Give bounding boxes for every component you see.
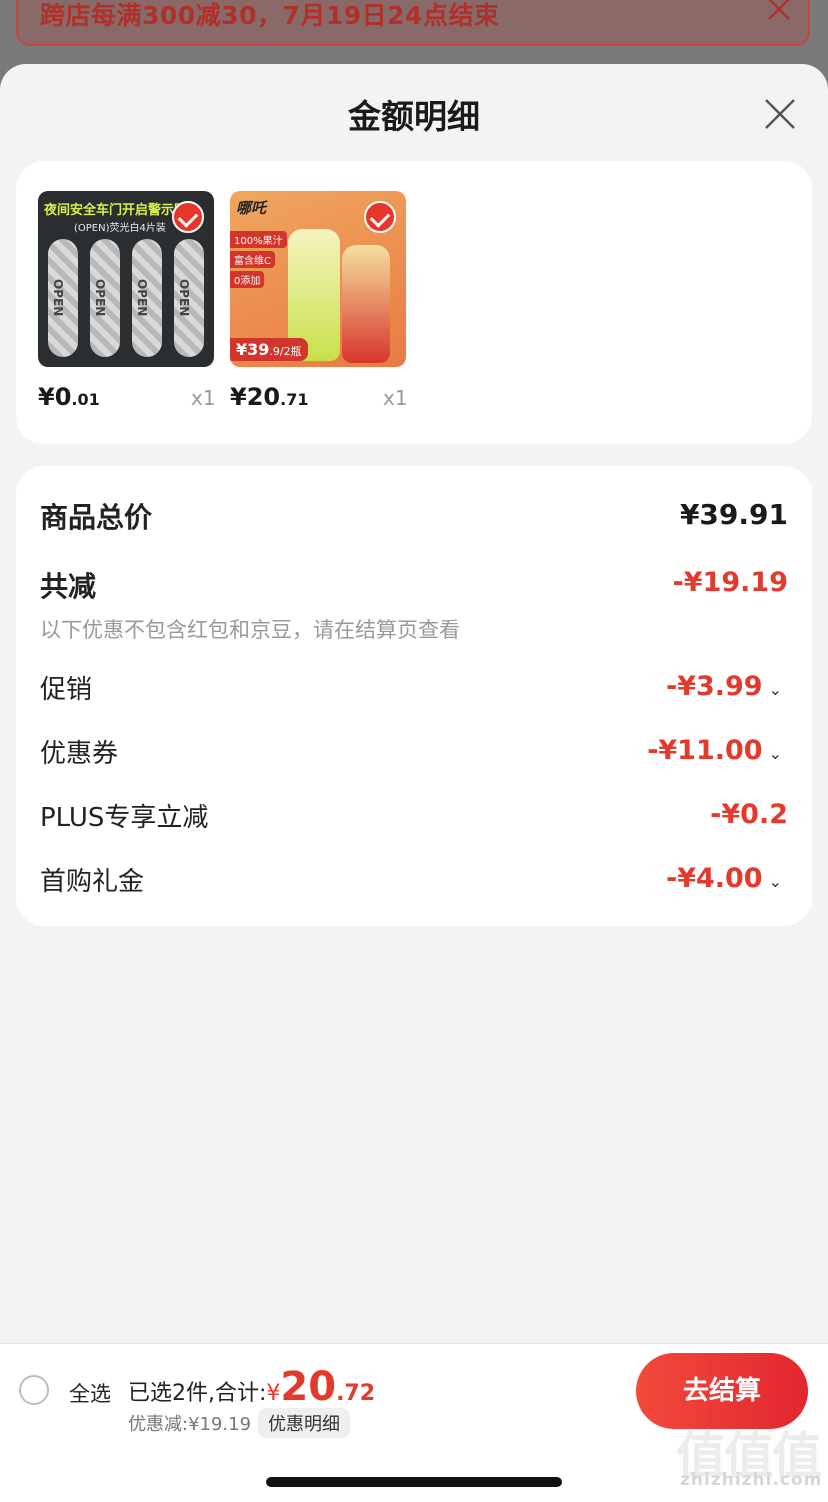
product-list-card: 夜间安全车门开启警示贴 (OPEN)荧光白4片装 OPEN OPEN OPEN … (16, 161, 812, 444)
product-tag: 富含维C (230, 251, 275, 268)
select-all-radio[interactable] (19, 1375, 49, 1405)
product-image-price: ¥39.9/2瓶 (230, 338, 308, 361)
discount-label: 首购礼金 (40, 867, 145, 897)
amount-detail-sheet: 金额明细 夜间安全车门开启警示贴 (OPEN)荧光白4片装 OPEN OPEN … (0, 64, 828, 1501)
total-discount-label: 共减 (40, 570, 97, 603)
goods-total-label: 商品总价 (40, 501, 153, 534)
total-integer: 20 (280, 1364, 337, 1410)
juice-bottle-graphic (342, 245, 390, 363)
sticker-graphic: OPEN (48, 239, 78, 357)
product-quantity: x1 (191, 386, 216, 410)
product-image-juice[interactable]: 哪吒 100%果汁 富含维C 0添加 ¥39.9/2瓶 (230, 191, 406, 367)
chevron-down-icon: ⌄ (768, 744, 782, 763)
product-price: ¥20.71 (230, 383, 309, 411)
chevron-down-icon: ⌄ (768, 680, 782, 699)
watermark-url: zhizhizhi.com (680, 1470, 823, 1490)
discount-value: -¥3.99 ⌄ (665, 671, 782, 702)
close-icon[interactable] (766, 0, 792, 22)
sheet-close-icon[interactable] (764, 98, 796, 130)
watermark-logo: 值值值 zhizhizhi.com (676, 1416, 822, 1496)
sticker-graphic: OPEN (90, 239, 120, 357)
total-discount-row: 共减 -¥19.19 (40, 565, 788, 605)
total-line: 已选2件,合计:¥20.72 (128, 1364, 375, 1410)
product-tag: 0添加 (230, 271, 265, 288)
product-quantity: x1 (383, 386, 408, 410)
discount-value: -¥4.00 ⌄ (665, 863, 782, 894)
selected-check-icon[interactable] (172, 201, 204, 233)
sticker-graphic: OPEN (132, 239, 162, 357)
product-image-title: 夜间安全车门开启警示贴 (44, 203, 188, 218)
goods-total-row: 商品总价 ¥39.91 (40, 496, 788, 536)
discount-label: PLUS专享立减 (40, 803, 209, 833)
sticker-graphic: OPEN (174, 239, 204, 357)
home-indicator (266, 1477, 562, 1487)
discount-note: 以下优惠不包含红包和京豆，请在结算页查看 (40, 618, 460, 642)
product-tag: 100%果汁 (230, 231, 287, 248)
product-image-door-sticker[interactable]: 夜间安全车门开启警示贴 (OPEN)荧光白4片装 OPEN OPEN OPEN … (38, 191, 214, 367)
discount-detail-button[interactable]: 优惠明细 (258, 1408, 350, 1438)
select-all-label[interactable]: 全选 (69, 1378, 111, 1408)
discount-row-plus: PLUS专享立减 -¥0.2 (40, 797, 788, 837)
total-decimal: .72 (336, 1381, 376, 1406)
discount-label: 优惠券 (40, 739, 119, 769)
discount-row-coupon[interactable]: 优惠券 -¥11.00 ⌄ (40, 733, 788, 773)
sheet-title: 金额明细 (348, 97, 480, 136)
discount-row-first-purchase[interactable]: 首购礼金 -¥4.00 ⌄ (40, 861, 788, 901)
discount-summary-text: 优惠减:¥19.19 (128, 1414, 252, 1435)
chevron-down-icon: ⌄ (768, 872, 782, 891)
total-currency: ¥ (266, 1381, 281, 1406)
product-image-subtitle: (OPEN)荧光白4片装 (74, 223, 166, 234)
discount-label: 促销 (40, 675, 93, 705)
discount-value: -¥11.00 ⌄ (647, 735, 782, 766)
total-discount-value: -¥19.19 (672, 567, 788, 598)
goods-total-value: ¥39.91 (679, 498, 788, 531)
selected-count-text: 已选2件,合计: (128, 1381, 267, 1406)
discount-row-promotion[interactable]: 促销 -¥3.99 ⌄ (40, 669, 788, 709)
brand-logo: 哪吒 (236, 199, 267, 217)
promo-banner: 跨店每满300减30，7月19日24点结束 (16, 0, 810, 46)
checkout-bar: 全选 已选2件,合计:¥20.72 优惠减:¥19.19 优惠明细 去结算 值值… (0, 1343, 828, 1502)
selected-check-icon[interactable] (364, 201, 396, 233)
promo-banner-text: 跨店每满300减30，7月19日24点结束 (40, 1, 500, 30)
product-price: ¥0.01 (38, 383, 100, 411)
price-summary-card: 商品总价 ¥39.91 共减 -¥19.19 以下优惠不包含红包和京豆，请在结算… (16, 466, 812, 926)
discount-value: -¥0.2 (710, 799, 788, 830)
